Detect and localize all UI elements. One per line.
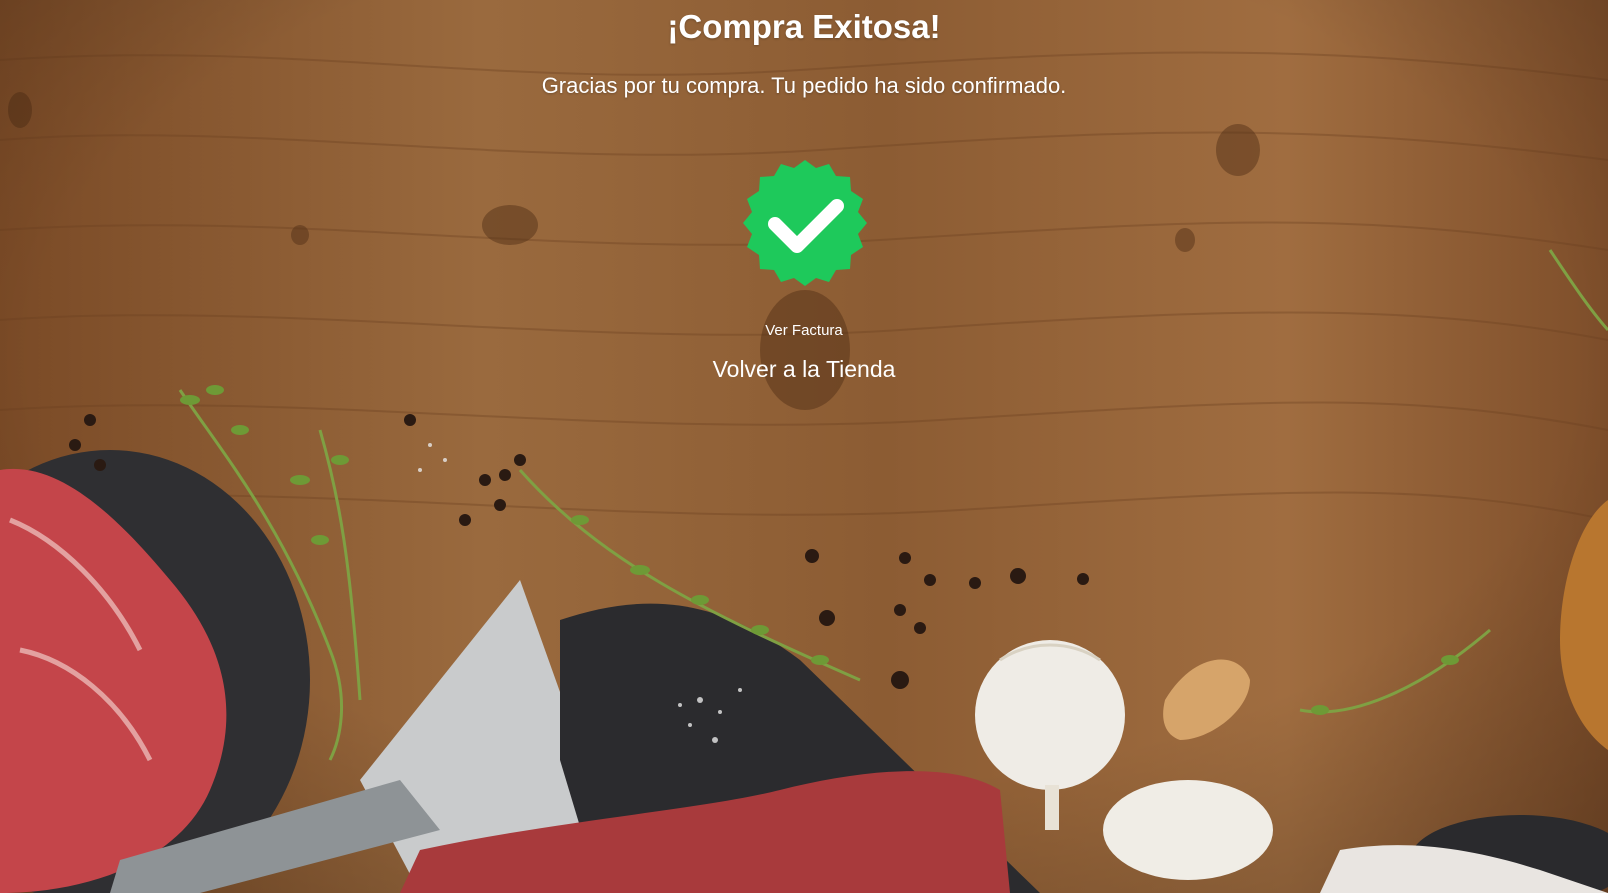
view-invoice-label[interactable]: Ver Factura — [765, 322, 843, 339]
back-to-store-link[interactable]: Volver a la Tienda — [0, 356, 1608, 383]
page-title: ¡Compra Exitosa! — [667, 8, 941, 45]
success-page: ¡Compra Exitosa! Gracias por tu compra. … — [0, 0, 1608, 893]
check-badge-icon — [743, 160, 867, 286]
background-image — [0, 0, 1608, 893]
back-to-store-label[interactable]: Volver a la Tienda — [713, 356, 896, 382]
confirmation-message: Gracias por tu compra. Tu pedido ha sido… — [541, 73, 1067, 98]
view-invoice-link[interactable]: Ver Factura — [0, 322, 1608, 339]
